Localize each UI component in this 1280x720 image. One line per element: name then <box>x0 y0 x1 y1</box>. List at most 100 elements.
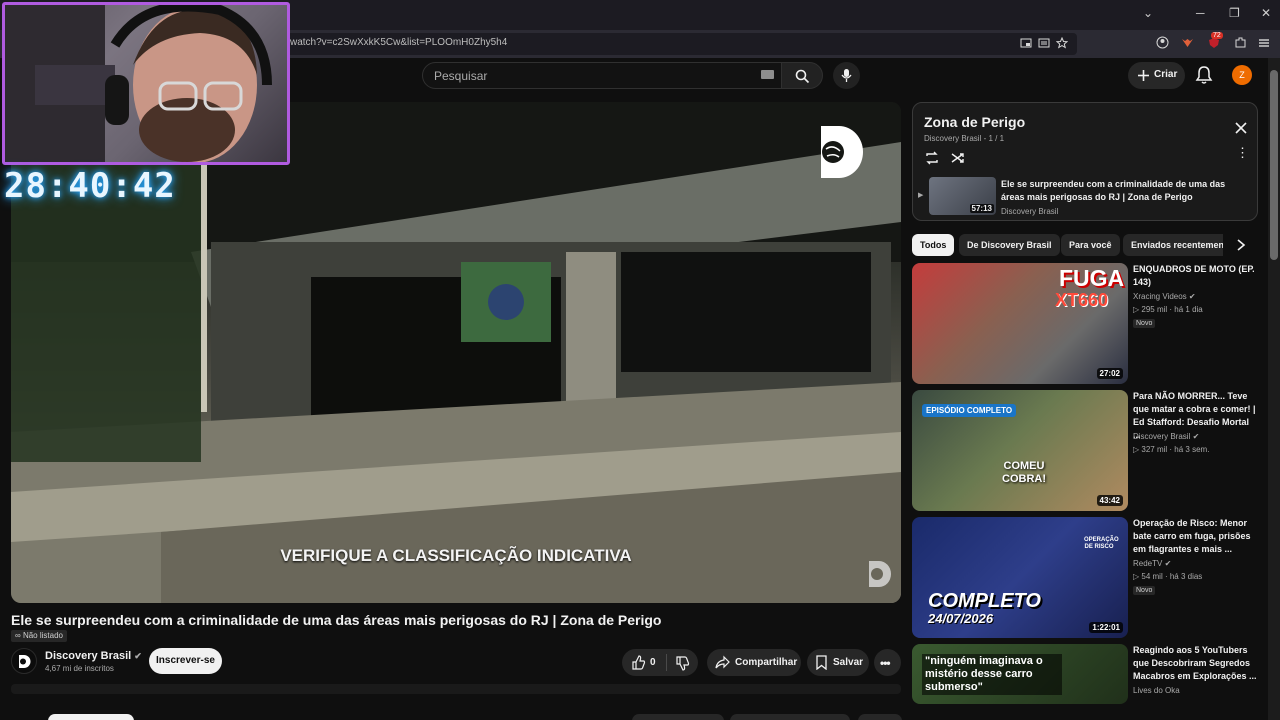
rec-title[interactable]: ENQUADROS DE MOTO (EP. 143) <box>1133 263 1257 289</box>
share-icon <box>715 655 730 669</box>
close-icon[interactable] <box>1233 120 1249 136</box>
rec-thumbnail[interactable]: FUGA XT660 27:02 <box>912 263 1128 384</box>
next-section-chip[interactable] <box>48 714 134 720</box>
rec-channel-text: Xracing Videos <box>1133 292 1187 301</box>
account-icon[interactable] <box>1156 36 1169 49</box>
share-button[interactable]: Compartilhar <box>707 649 801 676</box>
subscriber-count: 4,67 mi de inscritos <box>45 664 114 673</box>
thumb-up-icon[interactable] <box>631 655 646 670</box>
tab-list-chevron-icon[interactable]: ⌄ <box>1143 6 1153 20</box>
create-label: Criar <box>1154 69 1178 80</box>
more-vert-icon[interactable]: ⋮ <box>1236 146 1249 159</box>
more-actions-button[interactable]: ••• <box>874 649 901 676</box>
save-icon <box>816 655 827 670</box>
playlist-channel[interactable]: Discovery Brasil <box>924 134 981 143</box>
rec-channel[interactable]: Lives do Oka <box>1133 686 1180 695</box>
restore-icon[interactable]: ❐ <box>1229 6 1240 20</box>
playlist-meta: Discovery Brasil - 1 / 1 <box>924 134 1005 143</box>
voice-search-button[interactable] <box>833 62 860 89</box>
reader-view-icon[interactable] <box>1038 37 1050 49</box>
rec-badge: Novo <box>1133 319 1156 328</box>
rec-channel[interactable]: Xracing Videos ✔ <box>1133 292 1196 301</box>
chevron-right-icon[interactable] <box>1235 238 1247 252</box>
next-section-pill[interactable] <box>730 714 850 720</box>
chip-for-you[interactable]: Para você <box>1061 234 1120 256</box>
next-section-pill[interactable] <box>632 714 724 720</box>
rec-meta: ▷ 295 mil · há 1 dia <box>1133 305 1203 314</box>
like-dislike-group: 0 <box>622 649 698 676</box>
more-horiz-icon: ••• <box>880 656 891 670</box>
playlist-position: 1 / 1 <box>988 134 1005 143</box>
keyboard-icon[interactable] <box>761 70 774 79</box>
save-label: Salvar <box>833 657 864 668</box>
rec-title[interactable]: Operação de Risco: Menor bate carro em f… <box>1133 517 1257 556</box>
chip-from-channel[interactable]: De Discovery Brasil <box>959 234 1060 256</box>
window-close-icon[interactable]: ✕ <box>1261 6 1271 20</box>
discovery-logo-icon <box>821 126 863 178</box>
streamer-webcam <box>2 2 290 165</box>
scrollbar-thumb[interactable] <box>1270 70 1278 260</box>
bookmark-star-icon[interactable] <box>1056 37 1068 49</box>
rec-channel[interactable]: RedeTV ✔ <box>1133 559 1171 568</box>
user-avatar[interactable]: Z <box>1232 65 1252 85</box>
playlist-title[interactable]: Zona de Perigo <box>924 114 1025 130</box>
description-box[interactable] <box>11 684 901 694</box>
rec-thumb-text: FUGA <box>1059 265 1125 291</box>
thumb-down-icon[interactable] <box>675 656 690 671</box>
next-section-pill[interactable] <box>858 714 902 720</box>
shuffle-icon[interactable] <box>950 150 966 166</box>
picture-in-picture-icon[interactable] <box>1020 37 1032 49</box>
search-icon <box>795 69 810 84</box>
loop-icon[interactable] <box>924 150 940 166</box>
now-playing-icon: ▶ <box>918 192 924 199</box>
rec-thumb-text: "ninguém imaginava o mistério desse carr… <box>922 654 1062 695</box>
rec-channel[interactable]: Discovery Brasil ✔ <box>1133 432 1199 441</box>
extension-badge: 72 <box>1211 32 1223 39</box>
rec-views: 54 mil <box>1141 572 1163 581</box>
search-placeholder: Pesquisar <box>434 69 488 83</box>
rec-thumb-text: XT660 <box>1055 290 1109 310</box>
rec-thumb-text: 24/07/2026 <box>928 611 994 626</box>
channel-name[interactable]: Discovery Brasil ✔ <box>45 650 142 662</box>
unlisted-badge: ∞ Não listado <box>11 630 67 642</box>
search-box[interactable]: Pesquisar <box>422 62 786 89</box>
rec-title[interactable]: Reagindo aos 5 YouTubers que Descobriram… <box>1133 644 1257 683</box>
rec-thumb-text: COMEU COBRA! <box>1002 460 1046 485</box>
verified-icon: ✔ <box>1192 432 1200 441</box>
minimize-icon[interactable]: ─ <box>1196 6 1205 20</box>
rec-thumbnail[interactable]: OPERAÇÃO DE RISCO COMPLETO 24/07/2026 1:… <box>912 517 1128 638</box>
webcam-feed <box>5 5 272 162</box>
rec-thumb-text: COMPLETO <box>928 590 1041 612</box>
subscribe-button[interactable]: Inscrever-se <box>149 648 222 674</box>
rec-age: há 3 sem. <box>1174 445 1210 454</box>
fox-extension-icon[interactable] <box>1181 36 1194 49</box>
bell-icon[interactable] <box>1193 64 1215 86</box>
playlist-item-duration: 57:13 <box>969 204 994 213</box>
playlist-item-title[interactable]: Ele se surpreendeu com a criminalidade d… <box>1001 178 1251 204</box>
rec-thumbnail[interactable]: EPISÓDIO COMPLETO COMEU COBRA! 43:42 <box>912 390 1128 511</box>
verified-icon: ✔ <box>1164 559 1172 568</box>
share-label: Compartilhar <box>735 657 798 668</box>
rec-channel-text: Discovery Brasil <box>1133 432 1191 441</box>
save-button[interactable]: Salvar <box>807 649 869 676</box>
rec-views: 295 mil <box>1141 305 1168 314</box>
screen: ⌄ ─ ❐ ✕ watch?v=c2SwXxkK5Cw&list=PLOOmH0… <box>0 0 1280 720</box>
link-icon: ∞ <box>15 631 23 640</box>
create-button[interactable]: Criar <box>1128 62 1185 89</box>
channel-avatar[interactable] <box>11 648 37 674</box>
discovery-avatar-icon <box>19 655 31 668</box>
hamburger-menu-icon[interactable] <box>1258 37 1270 49</box>
verified-icon: ✔ <box>1188 292 1196 301</box>
url-field[interactable]: watch?v=c2SwXxkK5Cw&list=PLOOmH0Zhy5h4 <box>282 33 1077 55</box>
rec-thumbnail[interactable]: "ninguém imaginava o mistério desse carr… <box>912 644 1128 704</box>
rec-age: há 3 dias <box>1169 572 1203 581</box>
extensions-puzzle-icon[interactable] <box>1234 36 1247 49</box>
playlist-panel: Zona de Perigo Discovery Brasil - 1 / 1 … <box>912 102 1258 221</box>
page-scrollbar[interactable] <box>1268 58 1280 720</box>
playlist-item-thumbnail[interactable]: 57:13 <box>929 177 996 215</box>
divider <box>666 654 667 671</box>
chip-recent[interactable]: Enviados recentemente <box>1123 234 1223 256</box>
chip-all[interactable]: Todos <box>912 234 955 256</box>
search-button[interactable] <box>781 62 823 89</box>
playlist-item-channel: Discovery Brasil <box>1001 207 1059 216</box>
